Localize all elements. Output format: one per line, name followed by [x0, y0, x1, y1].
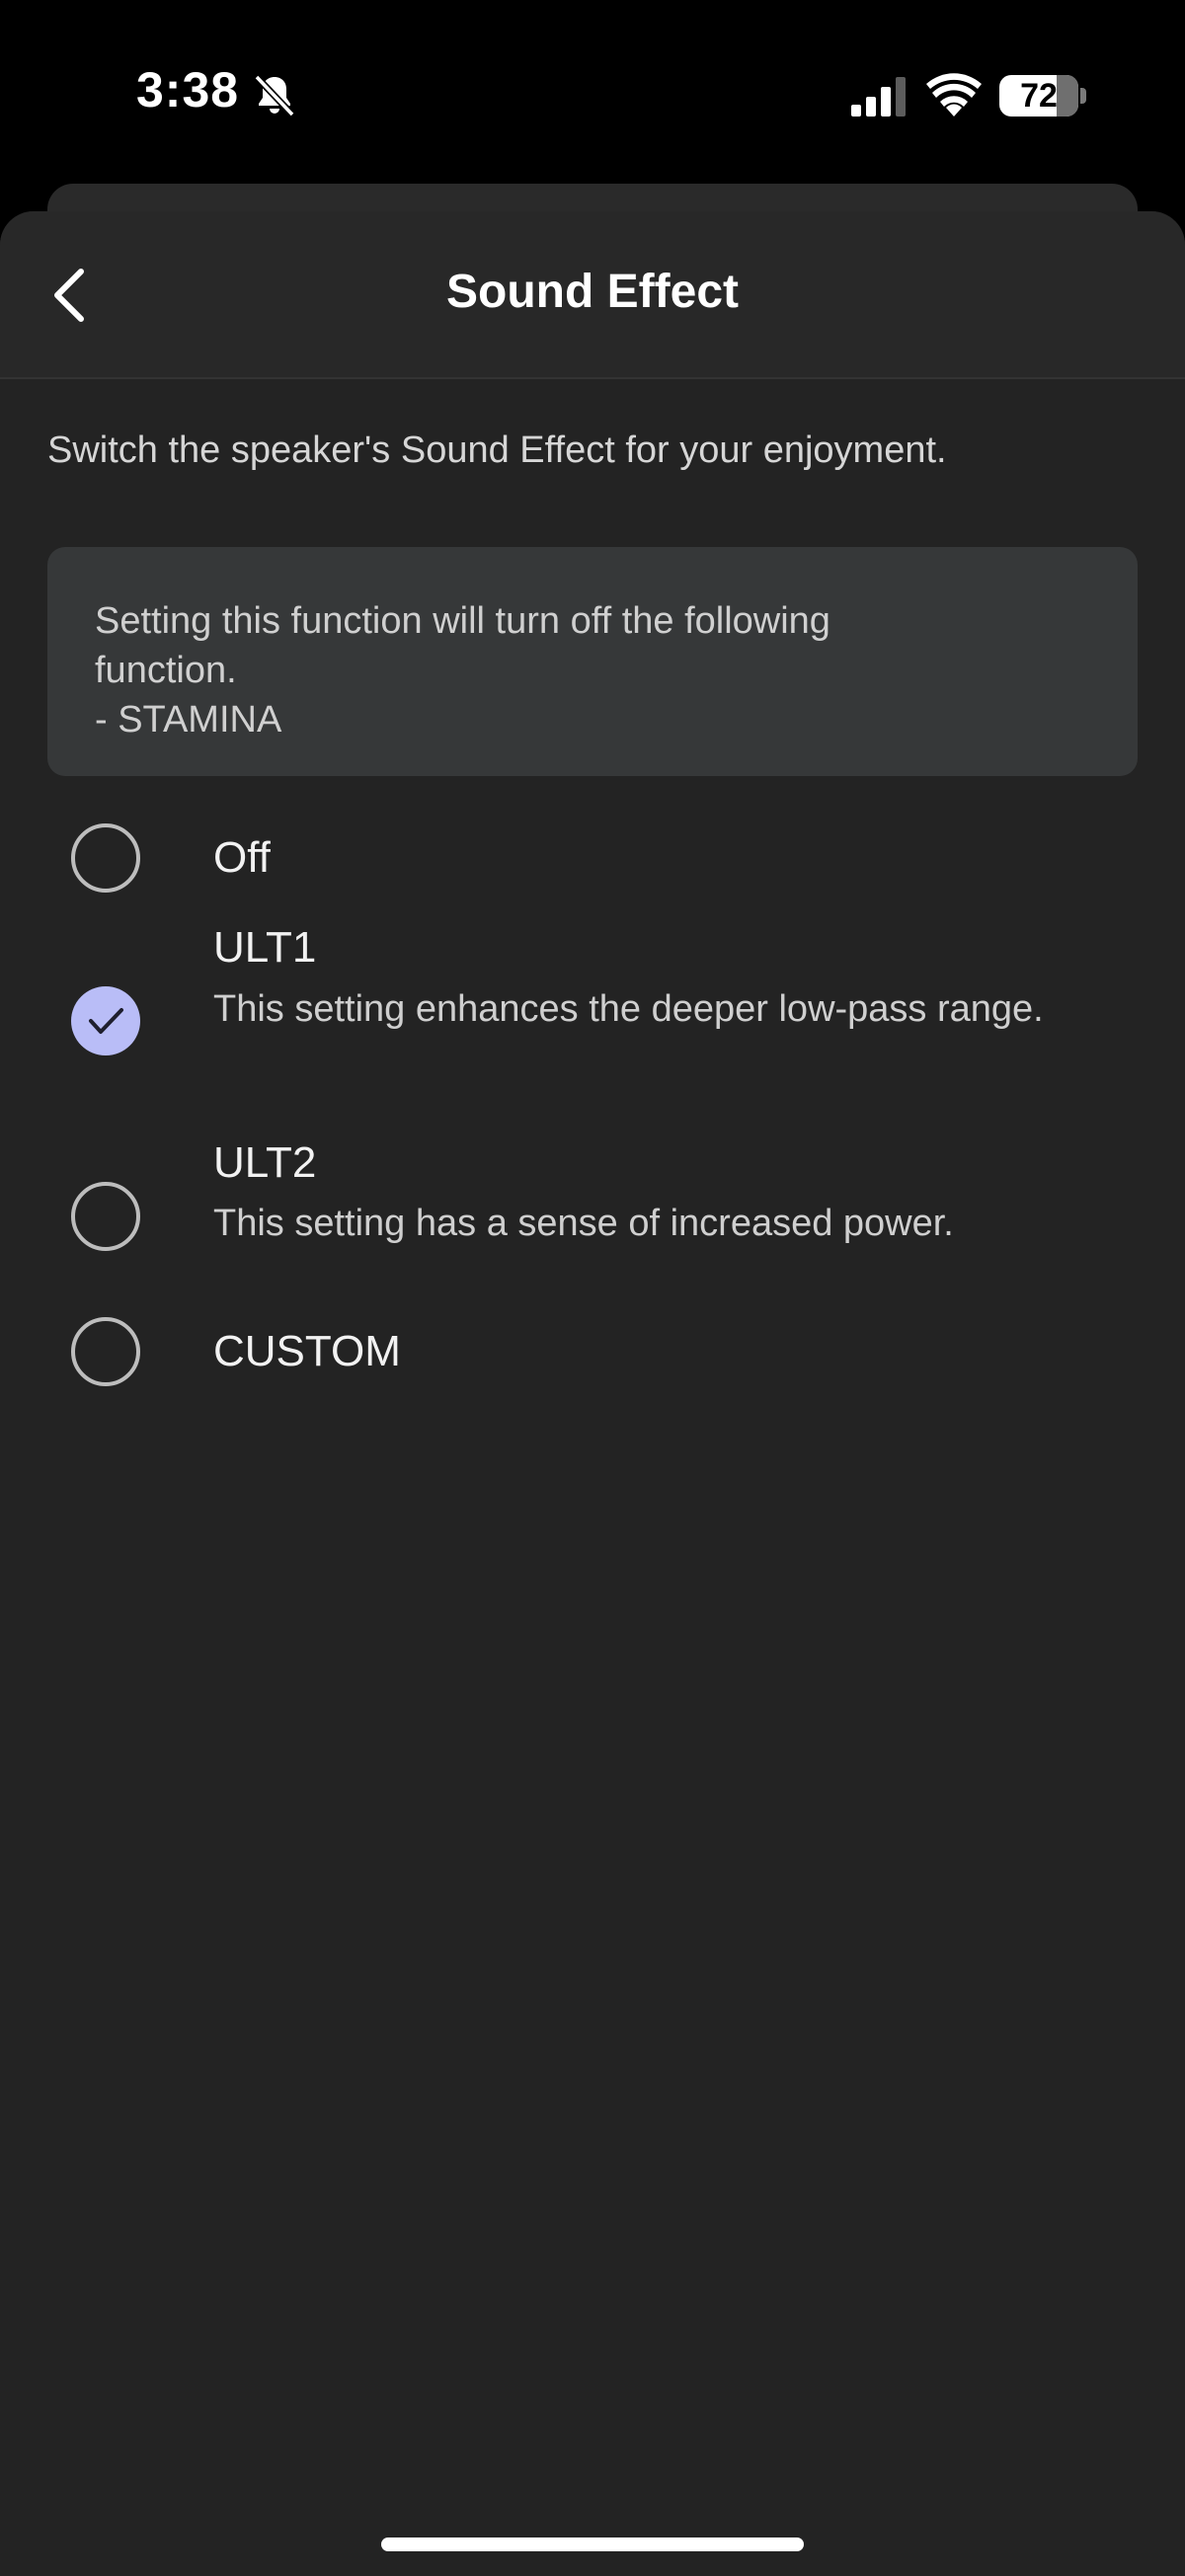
nav-bar: Sound Effect	[0, 211, 1185, 379]
radio-unchecked-icon[interactable]	[71, 1182, 140, 1251]
bell-slash-icon	[254, 74, 295, 117]
radio-checked-icon[interactable]	[71, 986, 140, 1055]
page-title: Sound Effect	[446, 266, 739, 318]
description-text: Switch the speaker's Sound Effect for yo…	[47, 429, 947, 471]
home-indicator[interactable]	[381, 2537, 804, 2551]
option-label: ULT1	[213, 923, 317, 972]
notice-line: - STAMINA	[95, 699, 282, 741]
sound-effect-sheet: Sound Effect Switch the speaker's Sound …	[0, 211, 1185, 2576]
option-description: This setting has a sense of increased po…	[213, 1203, 954, 1244]
cellular-signal-icon	[851, 77, 906, 117]
notice-line: function.	[95, 650, 237, 691]
notice-box: Setting this function will turn off the …	[47, 547, 1138, 776]
option-description: This setting enhances the deeper low-pas…	[213, 988, 1044, 1030]
option-label: CUSTOM	[213, 1327, 401, 1375]
status-time: 3:38	[136, 62, 240, 117]
battery-tip	[1080, 88, 1086, 104]
option-custom[interactable]: CUSTOM	[0, 1297, 1185, 1404]
option-label: ULT2	[213, 1138, 317, 1187]
checkmark-icon	[89, 1008, 123, 1034]
option-ult2[interactable]: ULT2 This setting has a sense of increas…	[0, 1130, 1185, 1278]
option-label: Off	[213, 833, 271, 882]
notice-line: Setting this function will turn off the …	[95, 600, 830, 642]
battery-level: 72	[1020, 77, 1058, 115]
option-ult1[interactable]: ULT1 This setting enhances the deeper lo…	[0, 912, 1185, 1110]
screen: 3:38 72 Sound Effect Switch the speaker'…	[0, 0, 1185, 2576]
radio-unchecked-icon[interactable]	[71, 823, 140, 893]
status-bar: 3:38 72	[0, 0, 1185, 188]
option-off[interactable]: Off	[0, 804, 1185, 910]
battery-icon: 72	[999, 75, 1078, 117]
radio-unchecked-icon[interactable]	[71, 1317, 140, 1386]
wifi-icon	[926, 73, 982, 117]
